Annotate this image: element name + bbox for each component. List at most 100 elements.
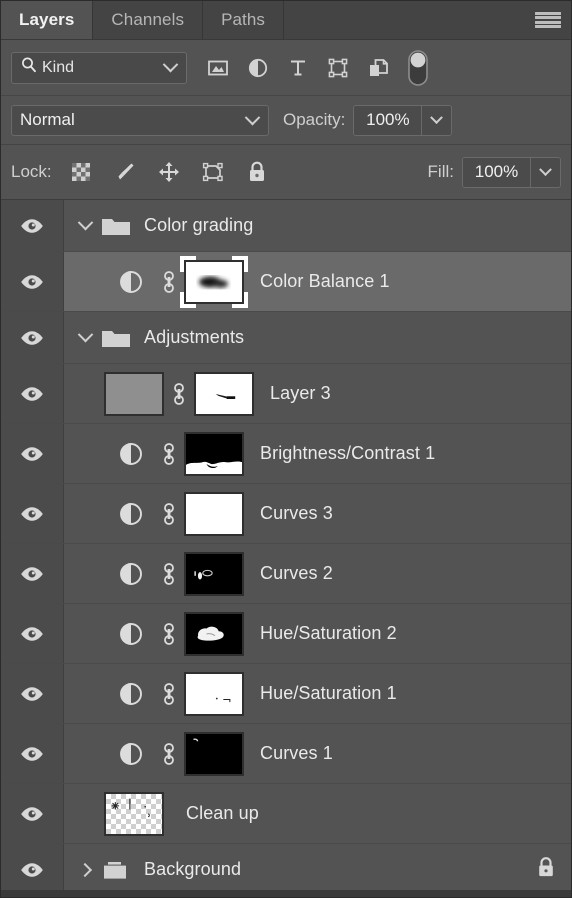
layer-row-color-balance-1[interactable]: Color Balance 1	[1, 252, 571, 312]
link-mask-icon[interactable]	[154, 267, 184, 297]
layer-row-body[interactable]: Background	[64, 844, 571, 890]
layer-mask-thumbnail-wrap[interactable]	[194, 371, 254, 416]
opacity-field[interactable]: 100%	[353, 104, 453, 136]
opacity-value[interactable]: 100%	[354, 105, 422, 135]
layer-mask-thumbnail-wrap[interactable]	[184, 671, 244, 716]
layer-content-thumbnail-wrap[interactable]	[104, 371, 164, 416]
layer-row-body[interactable]: Hue/Saturation 1	[64, 664, 571, 723]
layer-mask-thumbnail[interactable]	[184, 431, 244, 476]
link-mask-icon[interactable]	[154, 559, 184, 589]
filter-adjustment-layers-icon[interactable]	[245, 55, 271, 81]
adjustment-half-circle-icon[interactable]	[108, 560, 154, 588]
layer-visibility-toggle[interactable]	[1, 784, 64, 843]
link-mask-icon[interactable]	[154, 679, 184, 709]
adjustment-half-circle-icon[interactable]	[108, 268, 154, 296]
layer-row-hue-saturation-2[interactable]: Hue/Saturation 2	[1, 604, 571, 664]
layer-visibility-toggle[interactable]	[1, 484, 64, 543]
layer-content-thumbnail[interactable]	[104, 371, 164, 416]
layer-row-body[interactable]: Curves 1	[64, 724, 571, 783]
layer-row-brightness-contrast-1[interactable]: Brightness/Contrast 1	[1, 424, 571, 484]
layer-mask-thumbnail-wrap[interactable]	[184, 491, 244, 536]
filter-kind-dropdown[interactable]: Kind	[11, 51, 187, 84]
lock-icon[interactable]	[535, 854, 557, 885]
chevron-down-icon	[77, 326, 93, 343]
layer-content-thumbnail-wrap[interactable]	[104, 791, 164, 836]
layer-row-layer-3[interactable]: Layer 3	[1, 364, 571, 424]
link-mask-icon[interactable]	[154, 619, 184, 649]
layer-visibility-toggle[interactable]	[1, 252, 64, 311]
layer-row-curves-3[interactable]: Curves 3	[1, 484, 571, 544]
layer-list[interactable]: Color grading Color Balance 1 Adjustment…	[1, 200, 571, 890]
layer-row-body[interactable]: Brightness/Contrast 1	[64, 424, 571, 483]
layer-visibility-toggle[interactable]	[1, 844, 64, 890]
lock-all-icon[interactable]	[244, 159, 270, 185]
lock-image-pixels-icon[interactable]	[112, 159, 138, 185]
group-expand-toggle[interactable]	[72, 862, 98, 877]
fill-field[interactable]: 100%	[462, 156, 561, 188]
layer-row-curves-1[interactable]: Curves 1	[1, 724, 571, 784]
layer-visibility-toggle[interactable]	[1, 664, 64, 723]
layer-visibility-toggle[interactable]	[1, 604, 64, 663]
link-mask-icon[interactable]	[164, 379, 194, 409]
fill-slider-button[interactable]	[530, 157, 560, 187]
layer-mask-thumbnail[interactable]	[184, 611, 244, 656]
layer-row-clean-up[interactable]: Clean up	[1, 784, 571, 844]
filter-smart-object-icon[interactable]	[365, 55, 391, 81]
adjustment-half-circle-icon[interactable]	[108, 740, 154, 768]
filter-pixel-layers-icon[interactable]	[205, 55, 231, 81]
adjustment-half-circle-icon[interactable]	[108, 680, 154, 708]
group-expand-toggle[interactable]	[72, 326, 98, 343]
layer-row-body[interactable]: Color grading	[64, 200, 571, 251]
layer-row-color-grading[interactable]: Color grading	[1, 200, 571, 252]
layer-row-body[interactable]: Adjustments	[64, 312, 571, 363]
layer-row-body[interactable]: Curves 2	[64, 544, 571, 603]
layer-mask-thumbnail-wrap[interactable]	[184, 551, 244, 596]
layer-row-body[interactable]: Curves 3	[64, 484, 571, 543]
layer-mask-thumbnail-wrap[interactable]	[184, 431, 244, 476]
blend-mode-dropdown[interactable]: Normal	[11, 104, 269, 136]
layer-mask-thumbnail[interactable]	[184, 491, 244, 536]
link-mask-icon[interactable]	[154, 499, 184, 529]
layer-content-thumbnail[interactable]	[104, 791, 164, 836]
lock-position-icon[interactable]	[156, 159, 182, 185]
layer-row-adjustments[interactable]: Adjustments	[1, 312, 571, 364]
layer-row-body[interactable]: Layer 3	[64, 364, 571, 423]
layer-row-hue-saturation-1[interactable]: Hue/Saturation 1	[1, 664, 571, 724]
layer-visibility-toggle[interactable]	[1, 364, 64, 423]
adjustment-half-circle-icon[interactable]	[108, 440, 154, 468]
layer-mask-thumbnail[interactable]	[184, 731, 244, 776]
layer-row-background[interactable]: Background	[1, 844, 571, 890]
layer-mask-thumbnail[interactable]	[184, 551, 244, 596]
layer-visibility-toggle[interactable]	[1, 200, 64, 251]
link-mask-icon[interactable]	[154, 739, 184, 769]
layer-mask-thumbnail-wrap[interactable]	[180, 255, 248, 308]
layer-row-body[interactable]: Hue/Saturation 2	[64, 604, 571, 663]
hamburger-menu-icon[interactable]	[535, 11, 561, 29]
layer-mask-thumbnail-wrap[interactable]	[184, 611, 244, 656]
layer-visibility-toggle[interactable]	[1, 544, 64, 603]
filter-enable-toggle[interactable]	[405, 49, 431, 86]
opacity-slider-button[interactable]	[421, 105, 452, 135]
layer-row-body[interactable]: Clean up	[64, 784, 571, 843]
layer-mask-thumbnail[interactable]	[194, 371, 254, 416]
tab-layers[interactable]: Layers	[1, 1, 94, 39]
lock-artboard-nesting-icon[interactable]	[200, 159, 226, 185]
tab-channels[interactable]: Channels	[93, 1, 204, 39]
link-mask-icon[interactable]	[154, 439, 184, 469]
layer-visibility-toggle[interactable]	[1, 724, 64, 783]
filter-shape-layers-icon[interactable]	[325, 55, 351, 81]
layer-visibility-toggle[interactable]	[1, 312, 64, 363]
group-expand-toggle[interactable]	[72, 214, 98, 231]
lock-transparent-pixels-icon[interactable]	[68, 159, 94, 185]
layer-mask-thumbnail-wrap[interactable]	[184, 731, 244, 776]
layer-row-body[interactable]: Color Balance 1	[64, 252, 571, 311]
layer-row-curves-2[interactable]: Curves 2	[1, 544, 571, 604]
adjustment-half-circle-icon[interactable]	[108, 620, 154, 648]
fill-value[interactable]: 100%	[463, 157, 530, 187]
adjustment-half-circle-icon[interactable]	[108, 500, 154, 528]
layer-visibility-toggle[interactable]	[1, 424, 64, 483]
layer-mask-thumbnail[interactable]	[184, 671, 244, 716]
tab-paths[interactable]: Paths	[203, 1, 285, 39]
filter-type-layers-icon[interactable]	[285, 55, 311, 81]
layer-mask-thumbnail[interactable]	[184, 259, 244, 304]
